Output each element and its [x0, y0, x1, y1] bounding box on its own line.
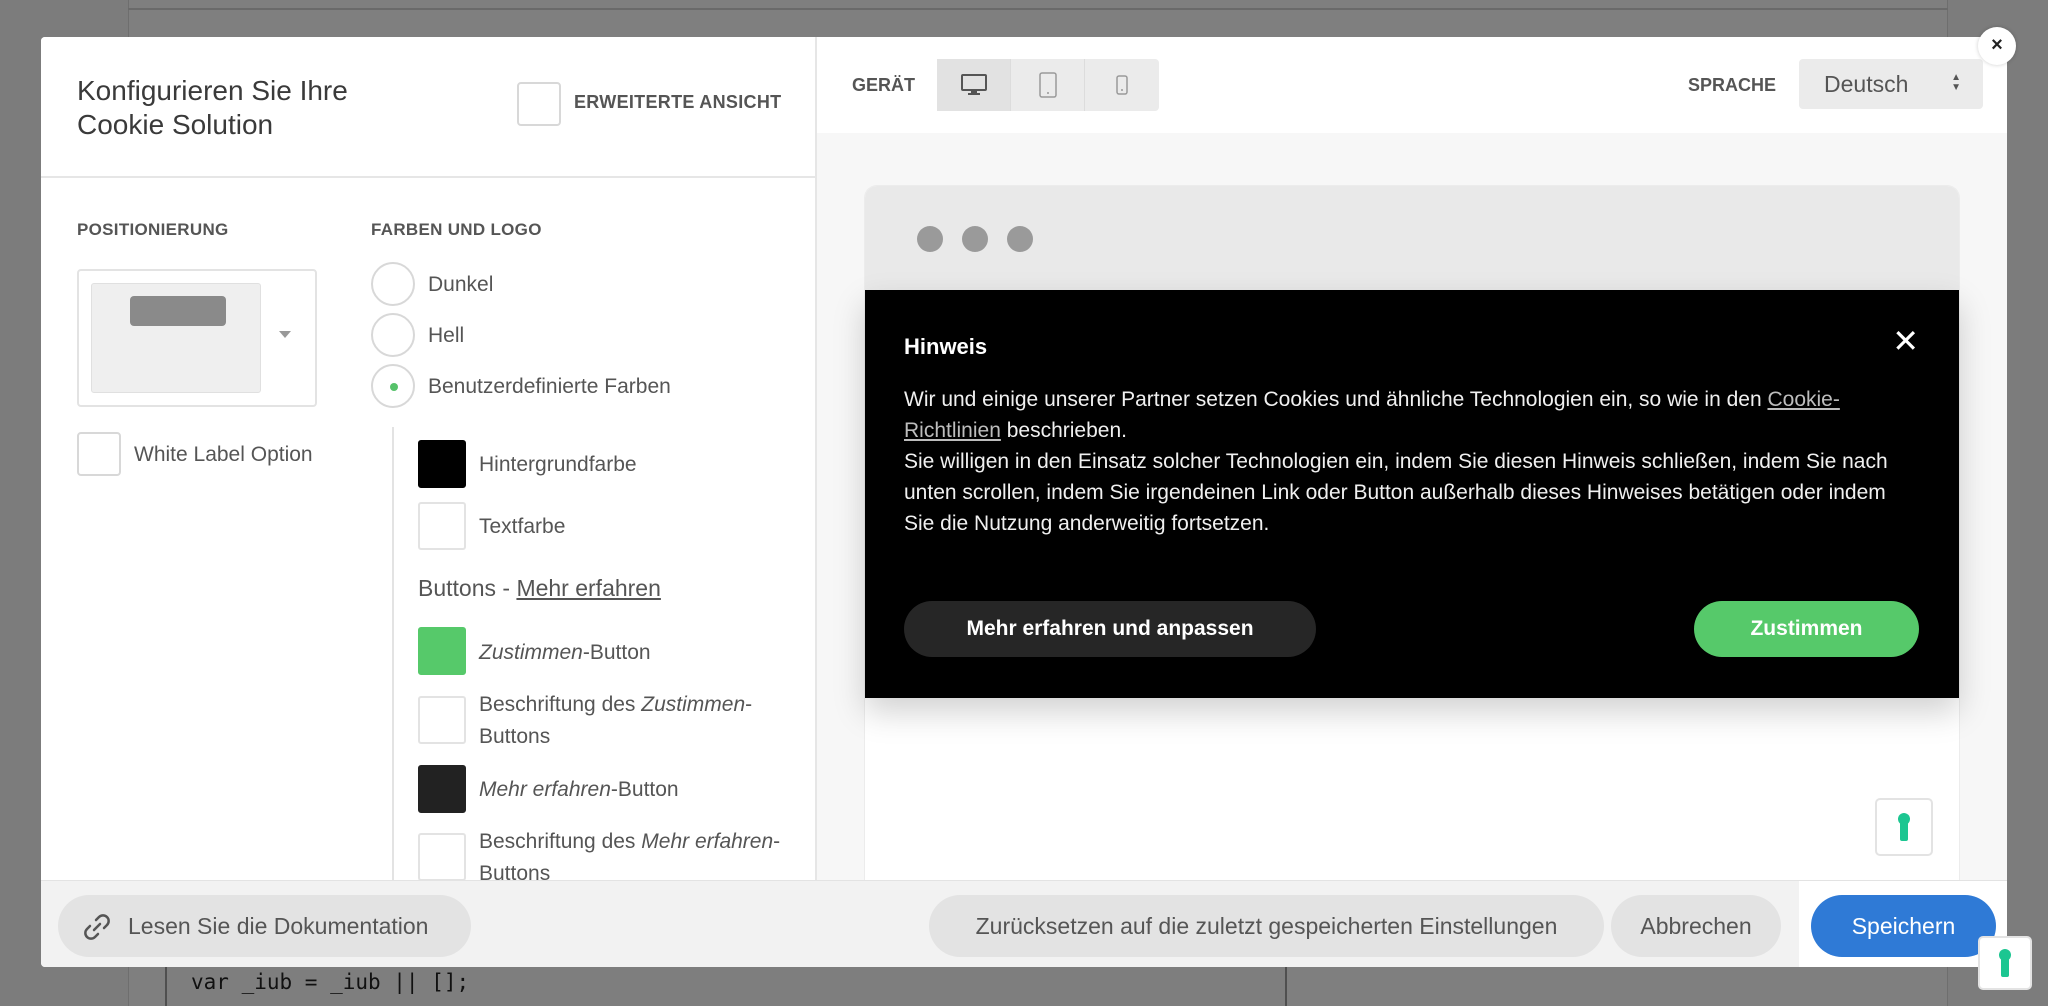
radio-dark-label[interactable]: Dunkel [428, 273, 493, 297]
custom-colors-rail [392, 427, 394, 887]
more-caption-em: Mehr erfahren [641, 830, 774, 853]
link-icon [84, 914, 110, 940]
more-button-suffix: -Button [610, 778, 679, 801]
text-color-label: Textfarbe [479, 515, 566, 538]
desktop-icon [960, 74, 987, 95]
banner-text-part3: Sie willigen in den Einsatz solcher Tech… [904, 450, 1888, 535]
privacy-widget-button[interactable] [1875, 798, 1933, 856]
chevron-down-icon [279, 331, 291, 338]
keyhole-icon [1898, 813, 1910, 841]
cancel-button[interactable]: Abbrechen [1611, 895, 1781, 957]
white-label-checkbox[interactable] [77, 432, 121, 476]
device-label: GERÄT [852, 75, 915, 95]
accept-button-color-swatch[interactable] [418, 627, 466, 675]
more-button-color-label: Mehr erfahren-Button [479, 774, 679, 806]
more-button-color-swatch[interactable] [418, 765, 466, 813]
window-dot-icon [962, 226, 988, 252]
more-caption-color-swatch[interactable] [418, 833, 466, 881]
buttons-heading-prefix: Buttons - [418, 575, 517, 601]
advanced-view-label[interactable]: ERWEITERTE ANSICHT [574, 92, 781, 113]
buttons-heading: Buttons - Mehr erfahren [418, 575, 661, 602]
preview-panel: GERÄT SPRACHE Deutsch ▲ ▼ Hinweis ✕ Wir … [817, 37, 2007, 886]
colors-logo-label: FARBEN UND LOGO [371, 220, 542, 239]
banner-text-part1: Wir und einige unserer Partner setzen Co… [904, 388, 1768, 411]
accept-caption-em: Zustimmen [641, 693, 746, 716]
radio-light[interactable] [371, 313, 415, 357]
browser-preview: Hinweis ✕ Wir und einige unserer Partner… [865, 186, 1959, 886]
device-desktop-button[interactable] [937, 59, 1011, 111]
position-preview [91, 283, 261, 393]
text-color-swatch[interactable] [418, 502, 466, 550]
banner-accept-button[interactable]: Zustimmen [1694, 601, 1919, 657]
accept-button-suffix: -Button [582, 641, 651, 664]
banner-learn-more-button[interactable]: Mehr erfahren und anpassen [904, 601, 1316, 657]
accept-button-em: Zustimmen [479, 641, 583, 664]
white-label-label[interactable]: White Label Option [134, 443, 313, 467]
language-select[interactable]: Deutsch ▲ ▼ [1799, 59, 1983, 109]
language-label: SPRACHE [1688, 75, 1777, 95]
more-button-em: Mehr erfahren [479, 778, 611, 801]
cookie-banner-preview: Hinweis ✕ Wir und einige unserer Partner… [865, 290, 1959, 698]
advanced-view-checkbox[interactable] [517, 82, 561, 126]
banner-title: Hinweis [904, 334, 988, 359]
window-dot-icon [917, 226, 943, 252]
preview-toolbar: GERÄT SPRACHE Deutsch ▲ ▼ [817, 37, 2007, 133]
modal-close-button[interactable]: × [1978, 27, 2016, 65]
radio-custom-colors[interactable] [371, 364, 415, 408]
radio-custom-colors-label[interactable]: Benutzerdefinierte Farben [428, 375, 671, 399]
privacy-widget-corner-button[interactable] [1978, 936, 2032, 990]
read-documentation-label: Lesen Sie die Dokumentation [128, 913, 429, 939]
banner-text: Wir und einige unserer Partner setzen Co… [904, 384, 1914, 539]
radio-light-label[interactable]: Hell [428, 324, 464, 348]
background-color-swatch[interactable] [418, 440, 466, 488]
language-value: Deutsch [1824, 71, 1909, 97]
modal-footer: Lesen Sie die Dokumentation Zurücksetzen… [41, 880, 2007, 967]
position-preview-bar [130, 296, 226, 326]
keyhole-icon [1999, 949, 2011, 977]
accept-caption-color-label: Beschriftung des Zustimmen-Buttons [479, 689, 799, 753]
more-caption-prefix: Beschriftung des [479, 830, 642, 853]
reset-button[interactable]: Zurücksetzen auf die zuletzt gespeichert… [929, 895, 1604, 957]
positioning-label: POSITIONIERUNG [77, 220, 229, 239]
browser-titlebar [865, 186, 1959, 290]
cookie-config-modal: Konfigurieren Sie Ihre Cookie Solution E… [41, 37, 2007, 967]
radio-dark[interactable] [371, 262, 415, 306]
read-documentation-button[interactable]: Lesen Sie die Dokumentation [58, 895, 471, 957]
position-select[interactable] [77, 269, 317, 407]
banner-text-part2: beschrieben. [1000, 419, 1127, 442]
accept-caption-prefix: Beschriftung des [479, 693, 642, 716]
config-panel: Konfigurieren Sie Ihre Cookie Solution E… [41, 37, 817, 887]
device-switcher [937, 59, 1159, 111]
buttons-learn-more-link[interactable]: Mehr erfahren [516, 575, 660, 601]
device-mobile-button[interactable] [1085, 59, 1159, 111]
accept-caption-color-swatch[interactable] [418, 696, 466, 744]
accept-button-color-label: Zustimmen-Button [479, 637, 651, 669]
background-code-block: var _iub = _iub || []; [165, 962, 1287, 1006]
tablet-icon [1038, 72, 1057, 98]
close-icon[interactable]: ✕ [1892, 322, 1919, 360]
device-tablet-button[interactable] [1011, 59, 1085, 111]
window-dot-icon [1007, 226, 1033, 252]
save-button[interactable]: Speichern [1811, 895, 1996, 957]
mobile-icon [1116, 75, 1128, 95]
page-title: Konfigurieren Sie Ihre Cookie Solution [77, 75, 348, 140]
config-header: Konfigurieren Sie Ihre Cookie Solution E… [41, 37, 815, 178]
background-divider [128, 8, 1948, 10]
select-arrows-icon: ▲ ▼ [1951, 72, 1961, 93]
background-color-label: Hintergrundfarbe [479, 453, 637, 476]
